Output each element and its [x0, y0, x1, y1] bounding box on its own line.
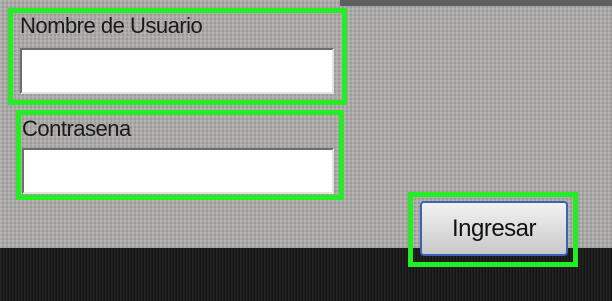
username-highlight — [8, 8, 347, 105]
panel-edge-shadow — [340, 0, 612, 6]
login-button-highlight — [408, 192, 578, 267]
password-highlight — [16, 110, 344, 200]
